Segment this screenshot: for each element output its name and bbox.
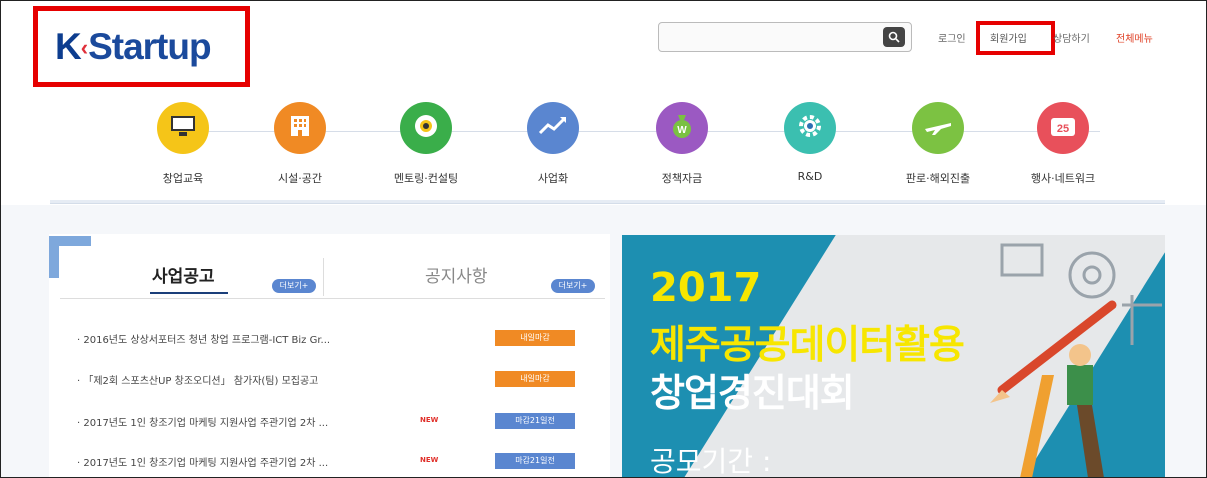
deadline-badge: 내일마감 xyxy=(495,330,575,346)
building-icon xyxy=(289,114,311,142)
category-bottom-divider xyxy=(50,200,1165,204)
category-label: 정책자금 xyxy=(661,172,703,185)
notice-title[interactable]: · 「제2회 스포츠산UP 창조오디션」 참가자(팀) 모집공고 xyxy=(77,372,318,387)
search-box xyxy=(658,22,912,52)
notice-more-button[interactable]: 더보기+ xyxy=(551,279,595,293)
airplane-icon xyxy=(923,115,953,141)
join-link[interactable]: 회원가입 xyxy=(990,30,1027,45)
category-circle xyxy=(400,102,452,154)
category-label: 판로·해외진출 xyxy=(905,172,971,185)
svg-text:25: 25 xyxy=(1057,123,1069,135)
notice-row[interactable]: · 2017년도 1인 창조기업 마케팅 지원사업 주관기업 2차 ... NE… xyxy=(77,453,587,470)
climbing-person-illustration xyxy=(990,300,1117,478)
category-item[interactable]: 멘토링·컨설팅 xyxy=(394,102,458,202)
category-label: 시설·공간 xyxy=(278,172,322,185)
category-item[interactable]: 사업화 xyxy=(523,102,583,202)
category-circle: 25 xyxy=(1037,102,1089,154)
category-label: 행사·네트워크 xyxy=(1030,172,1096,185)
logo-k: K xyxy=(55,26,82,67)
notice-row[interactable]: · 「제2회 스포츠산UP 창조오디션」 참가자(팀) 모집공고 내일마감 xyxy=(77,371,587,388)
all-menu-link[interactable]: 전체메뉴 xyxy=(1116,30,1153,45)
category-label: R&D xyxy=(797,170,823,183)
category-circle xyxy=(527,102,579,154)
search-button[interactable] xyxy=(883,27,905,47)
notice-row[interactable]: · 2016년도 상상서포터즈 청년 창업 프로그램-ICT Biz Gr...… xyxy=(77,330,587,347)
banner-year: 2017 xyxy=(650,265,762,311)
notice-title[interactable]: · 2017년도 1인 창조기업 마케팅 지원사업 주관기업 2차 ... xyxy=(77,454,328,469)
tab-business-announcement[interactable]: 사업공고 xyxy=(152,262,215,287)
category-item[interactable]: 25 행사·네트워크 xyxy=(1031,102,1095,202)
category-circle xyxy=(784,102,836,154)
gear-icon xyxy=(797,113,823,143)
deadline-badge: 내일마감 xyxy=(495,371,575,387)
category-item[interactable]: W 정책자금 xyxy=(652,102,712,202)
notice-title[interactable]: · 2017년도 1인 창조기업 마케팅 지원사업 주관기업 2차 ... xyxy=(77,414,328,429)
tab-baseline xyxy=(60,298,605,299)
tab-separator xyxy=(323,258,324,296)
panel-corner-decoration xyxy=(49,236,91,278)
category-circle xyxy=(157,102,209,154)
notice-panel xyxy=(49,234,610,478)
category-item[interactable]: 판로·해외진출 xyxy=(906,102,970,202)
deadline-badge: 마감21일전 xyxy=(495,453,575,469)
eye-icon xyxy=(413,113,439,143)
money-bag-icon: W xyxy=(670,113,694,143)
growth-chart-icon xyxy=(538,115,568,141)
category-label: 창업교육 xyxy=(162,172,204,185)
active-tab-underline xyxy=(150,292,228,294)
banner-subtitle: 창업경진대회 xyxy=(650,371,855,415)
logo-arrow: ‹ xyxy=(80,35,88,60)
new-tag: NEW xyxy=(420,456,439,464)
calendar-icon: 25 xyxy=(1049,114,1077,142)
category-label: 멘토링·컨설팅 xyxy=(393,172,459,185)
category-circle: W xyxy=(656,102,708,154)
consult-link[interactable]: 상담하기 xyxy=(1053,30,1090,45)
search-icon xyxy=(888,31,900,43)
new-tag: NEW xyxy=(420,416,439,424)
monitor-icon xyxy=(170,115,196,141)
login-link[interactable]: 로그인 xyxy=(938,30,966,45)
kstartup-logo[interactable]: K‹Startup xyxy=(55,26,212,68)
search-input[interactable] xyxy=(665,27,875,47)
deadline-badge: 마감21일전 xyxy=(495,413,575,429)
category-label: 사업화 xyxy=(537,172,569,185)
logo-text: Startup xyxy=(88,26,211,67)
category-circle xyxy=(912,102,964,154)
category-circle xyxy=(274,102,326,154)
tab-notice[interactable]: 공지사항 xyxy=(425,262,488,287)
category-item[interactable]: 시설·공간 xyxy=(270,102,330,202)
notice-title[interactable]: · 2016년도 상상서포터즈 청년 창업 프로그램-ICT Biz Gr... xyxy=(77,331,330,346)
business-more-button[interactable]: 더보기+ xyxy=(272,279,316,293)
category-item[interactable]: 창업교육 xyxy=(153,102,213,202)
notice-row[interactable]: · 2017년도 1인 창조기업 마케팅 지원사업 주관기업 2차 ... NE… xyxy=(77,413,587,430)
banner-period: 공모기간 : xyxy=(650,445,772,478)
svg-text:W: W xyxy=(677,125,687,136)
category-item[interactable]: R&D xyxy=(780,102,840,202)
